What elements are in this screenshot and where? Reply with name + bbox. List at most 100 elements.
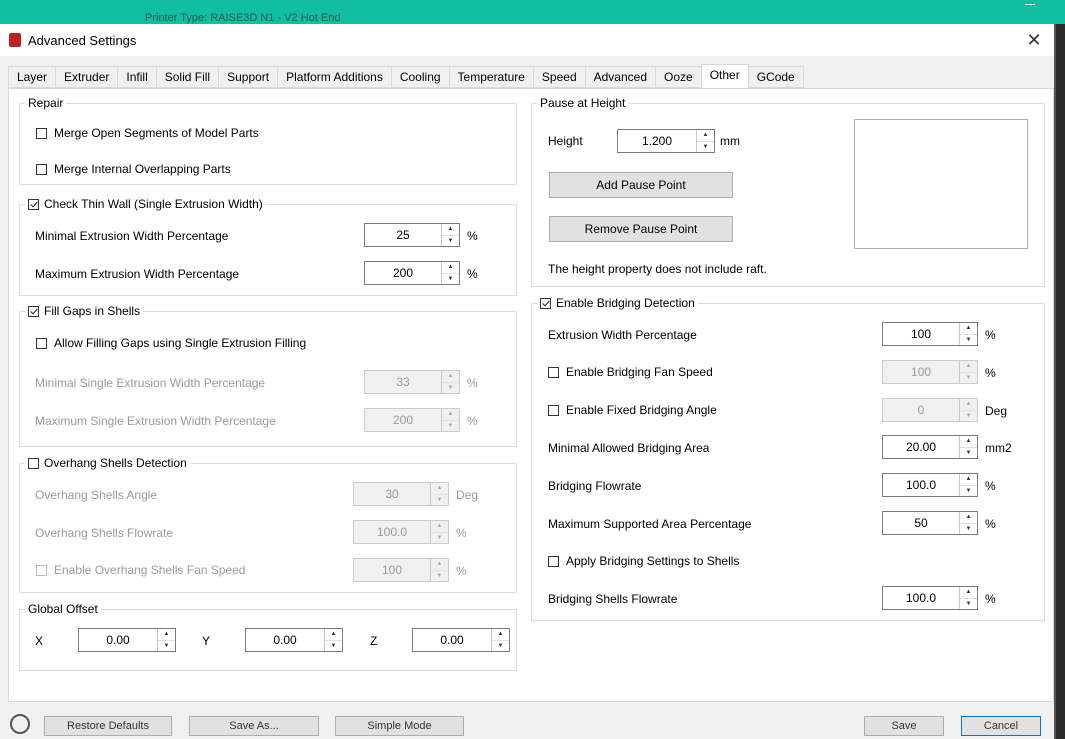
unit-label: Deg	[456, 488, 479, 502]
spin-down-icon[interactable]: ▼	[442, 272, 459, 285]
tab-solid-fill[interactable]: Solid Fill	[155, 66, 220, 88]
repair-title: Repair	[25, 96, 67, 110]
thin-wall-label: Check Thin Wall (Single Extrusion Width)	[44, 197, 263, 211]
spin-down-icon[interactable]: ▼	[158, 639, 175, 652]
thin-wall-title[interactable]: Check Thin Wall (Single Extrusion Width)	[25, 197, 266, 211]
spin-up-icon[interactable]: ▲	[325, 629, 342, 640]
offset-y-spinbox[interactable]: 0.00 ▲ ▼	[245, 628, 343, 652]
merge-internal-parts-row[interactable]: Merge Internal Overlapping Parts	[36, 162, 231, 176]
merge-open-segments-label: Merge Open Segments of Model Parts	[54, 126, 259, 140]
global-offset-title: Global Offset	[25, 602, 101, 616]
unit-label: Deg	[985, 404, 1008, 418]
fill-gaps-group: Fill Gaps in Shells Allow Filling Gaps u…	[19, 304, 517, 447]
apply-bridging-shells-row[interactable]: Apply Bridging Settings to Shells	[548, 554, 739, 568]
tab-layer[interactable]: Layer	[8, 66, 57, 88]
merge-open-segments-row[interactable]: Merge Open Segments of Model Parts	[36, 126, 259, 140]
overhang-fan-row: Enable Overhang Shells Fan Speed	[36, 563, 245, 577]
thin-wall-checkbox[interactable]	[28, 198, 39, 210]
overhang-flowrate-label: Overhang Shells Flowrate	[35, 526, 174, 540]
bridging-width-spinbox[interactable]: 100 ▲ ▼	[882, 322, 978, 346]
overhang-fan-spinbox: 100 ▲ ▼	[353, 558, 449, 582]
close-icon[interactable]: ✕	[1022, 28, 1046, 52]
tab-platform-additions[interactable]: Platform Additions	[277, 66, 392, 88]
save-as-button[interactable]: Save As...	[189, 716, 319, 736]
restore-defaults-button[interactable]: Restore Defaults	[44, 716, 172, 736]
spin-up-icon[interactable]: ▲	[697, 130, 714, 141]
min-extrusion-width-spinbox[interactable]: 25 ▲ ▼	[364, 223, 460, 247]
spin-up-icon[interactable]: ▲	[960, 512, 977, 523]
offset-z-value: 0.00	[440, 633, 464, 647]
max-extrusion-width-spinbox[interactable]: 200 ▲ ▼	[364, 261, 460, 285]
tab-extruder[interactable]: Extruder	[55, 66, 119, 88]
overhang-flowrate-value: 100.0	[376, 525, 408, 539]
tab-speed[interactable]: Speed	[532, 66, 586, 88]
spin-down-icon[interactable]: ▼	[960, 484, 977, 497]
spin-up-icon[interactable]: ▲	[960, 474, 977, 485]
tab-ooze[interactable]: Ooze	[655, 66, 702, 88]
tab-support[interactable]: Support	[218, 66, 279, 88]
spin-up-icon[interactable]: ▲	[158, 629, 175, 640]
tab-gcode[interactable]: GCode	[747, 66, 804, 88]
bridging-label: Enable Bridging Detection	[556, 296, 695, 310]
bridging-area-spinbox[interactable]: 20.00 ▲ ▼	[882, 435, 978, 459]
tab-temperature[interactable]: Temperature	[448, 66, 534, 88]
allow-single-extrusion-row[interactable]: Allow Filling Gaps using Single Extrusio…	[36, 336, 306, 350]
bridging-fan-checkbox[interactable]	[548, 366, 559, 378]
background-window-bar: Printer Type: RAISE3D N1 - V2 Hot End	[0, 0, 1065, 24]
spin-down-icon[interactable]: ▼	[697, 140, 714, 153]
save-button[interactable]: Save	[864, 716, 944, 736]
bridging-fan-row[interactable]: Enable Bridging Fan Speed	[548, 365, 713, 379]
offset-z-spinbox[interactable]: 0.00 ▲ ▼	[412, 628, 510, 652]
spin-up-icon[interactable]: ▲	[960, 323, 977, 334]
cancel-button[interactable]: Cancel	[961, 716, 1041, 736]
pause-points-list[interactable]	[854, 119, 1028, 249]
simple-mode-button[interactable]: Simple Mode	[335, 716, 464, 736]
spin-down-icon: ▼	[431, 531, 448, 544]
bridging-checkbox[interactable]	[540, 297, 551, 309]
spin-down-icon[interactable]: ▼	[492, 639, 509, 652]
spin-down-icon[interactable]: ▼	[960, 522, 977, 535]
spin-up-icon[interactable]: ▲	[960, 587, 977, 598]
minimize-icon[interactable]	[1025, 4, 1035, 5]
dialog-title: Advanced Settings	[28, 33, 137, 48]
spin-down-icon: ▼	[960, 409, 977, 422]
spin-down-icon[interactable]: ▼	[960, 333, 977, 346]
spin-down-icon[interactable]: ▼	[960, 446, 977, 459]
remove-pause-point-button[interactable]: Remove Pause Point	[549, 216, 733, 242]
advanced-settings-dialog: Advanced Settings ✕ Layer Extruder Infill S…	[0, 24, 1056, 739]
apply-bridging-shells-checkbox[interactable]	[548, 555, 559, 567]
help-icon[interactable]	[10, 714, 30, 734]
allow-single-extrusion-checkbox[interactable]	[36, 337, 47, 349]
min-single-extrusion-label: Minimal Single Extrusion Width Percentag…	[35, 376, 266, 390]
bridging-shells-flowrate-spinbox[interactable]: 100.0 ▲ ▼	[882, 586, 978, 610]
spin-down-icon[interactable]: ▼	[325, 639, 342, 652]
bridging-title[interactable]: Enable Bridging Detection	[537, 296, 698, 310]
tab-other[interactable]: Other	[700, 64, 749, 88]
tab-advanced[interactable]: Advanced	[584, 66, 656, 88]
merge-internal-parts-checkbox[interactable]	[36, 163, 47, 175]
merge-open-segments-checkbox[interactable]	[36, 127, 47, 139]
max-supported-area-spinbox[interactable]: 50 ▲ ▼	[882, 511, 978, 535]
add-pause-point-button[interactable]: Add Pause Point	[549, 172, 733, 198]
fill-gaps-title[interactable]: Fill Gaps in Shells	[25, 304, 144, 318]
spin-up-icon[interactable]: ▲	[492, 629, 509, 640]
overhang-title[interactable]: Overhang Shells Detection	[25, 456, 190, 470]
spin-down-icon[interactable]: ▼	[960, 597, 977, 610]
spin-up-icon[interactable]: ▲	[960, 436, 977, 447]
spin-up-icon[interactable]: ▲	[442, 262, 459, 273]
bridging-shells-flowrate-value: 100.0	[905, 591, 937, 605]
tab-cooling[interactable]: Cooling	[390, 66, 450, 88]
unit-label: %	[985, 479, 996, 493]
bridging-flowrate-spinbox[interactable]: 100.0 ▲ ▼	[882, 473, 978, 497]
offset-x-spinbox[interactable]: 0.00 ▲ ▼	[78, 628, 176, 652]
bridging-angle-checkbox[interactable]	[548, 404, 559, 416]
pause-height-spinbox[interactable]: 1.200 ▲ ▼	[617, 129, 715, 153]
min-extrusion-width-value: 25	[396, 228, 410, 242]
tab-infill[interactable]: Infill	[117, 66, 157, 88]
pause-height-unit: mm	[720, 134, 740, 148]
spin-up-icon[interactable]: ▲	[442, 224, 459, 235]
overhang-checkbox[interactable]	[28, 457, 39, 469]
bridging-angle-row[interactable]: Enable Fixed Bridging Angle	[548, 403, 717, 417]
spin-down-icon[interactable]: ▼	[442, 234, 459, 247]
fill-gaps-checkbox[interactable]	[28, 305, 39, 317]
